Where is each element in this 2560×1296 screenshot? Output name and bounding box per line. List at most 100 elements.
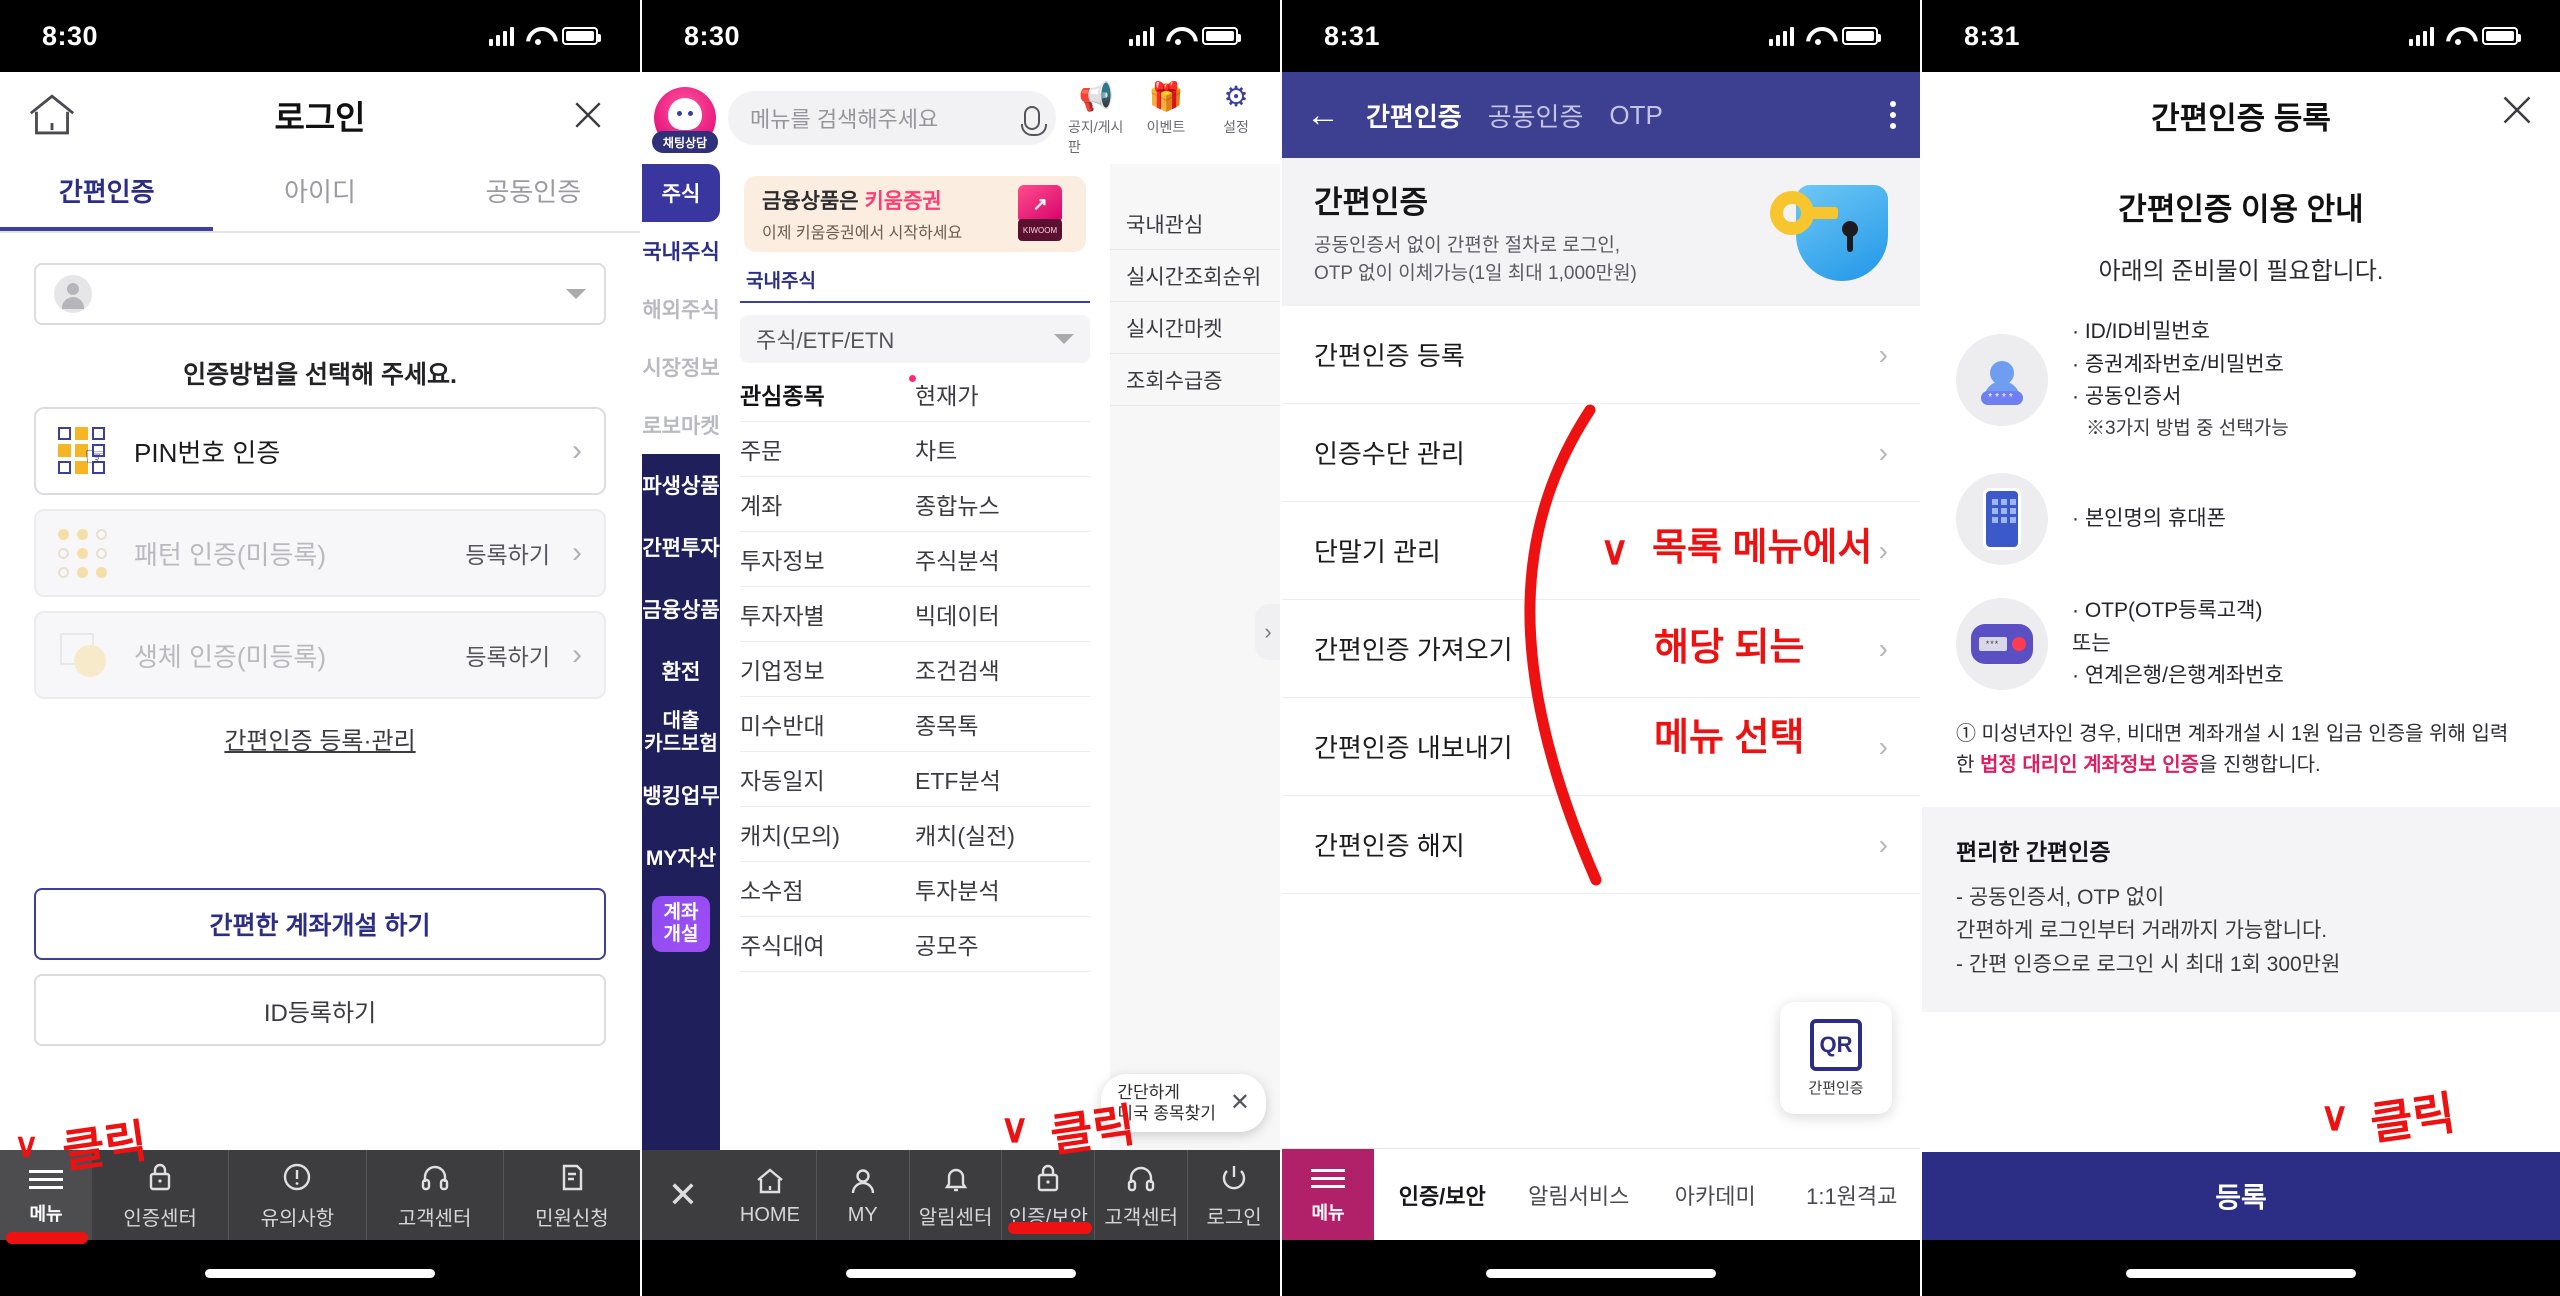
auth-method-pin[interactable]: ☞ PIN번호 인증 › (34, 407, 606, 495)
sidebar-item-derivatives[interactable]: 파생상품 (642, 454, 720, 516)
menu-cell[interactable]: 자동일지 (740, 752, 915, 806)
sub-menu-item[interactable]: 조회수급증 (1110, 354, 1280, 406)
sub-menu-item[interactable]: 실시간마켓 (1110, 302, 1280, 354)
menu-cell[interactable]: 현재가 (909, 367, 1090, 421)
nav-customer-center[interactable]: 고객센터 (365, 1150, 503, 1240)
chatbot-icon[interactable]: 채팅상담 (652, 87, 718, 153)
event-button[interactable]: 🎁 이벤트 (1138, 80, 1194, 137)
sidebar-item-banking[interactable]: 뱅킹업무 (642, 764, 720, 826)
nav-cert-security[interactable]: 인증/보안 (1001, 1150, 1094, 1240)
tab-joint-cert[interactable]: 공동인증 (1488, 97, 1584, 134)
menu-cell[interactable]: 관심종목 (740, 367, 915, 421)
nav-my[interactable]: MY (815, 1150, 909, 1240)
expand-panel-handle[interactable]: › (1255, 604, 1280, 660)
menu-cell[interactable]: 종목톡 (915, 697, 1090, 751)
category-dropdown[interactable]: 주식/ETF/ETN (740, 315, 1090, 363)
sidebar-item-robo-market[interactable]: 로보마켓 (642, 396, 720, 454)
menu-button[interactable]: 메뉴 (1282, 1148, 1374, 1241)
close-icon[interactable]: ✕ (1230, 1088, 1250, 1117)
sidebar-item-easy-invest[interactable]: 간편투자 (642, 516, 720, 578)
auth-method-pattern[interactable]: 패턴 인증(미등록) 등록하기 › (34, 509, 606, 597)
menu-cell[interactable]: 차트 (915, 422, 1090, 476)
menu-item-register[interactable]: 간편인증 등록 › (1282, 306, 1920, 404)
tab-id[interactable]: 아이디 (213, 158, 426, 231)
sidebar-item-market-info[interactable]: 시장정보 (642, 338, 720, 396)
sidebar-item-exchange[interactable]: 환전 (642, 640, 720, 702)
mobile-phone-icon (1956, 473, 2048, 566)
menu-cell[interactable]: 주식대여 (740, 917, 915, 971)
nav-label: 인증센터 (123, 1207, 197, 1230)
sub-menu-item[interactable]: 실시간조회순위 (1110, 250, 1280, 302)
menu-item-import[interactable]: 간편인증 가져오기 › (1282, 600, 1920, 698)
open-account-button[interactable]: 계좌 개설 (652, 896, 710, 952)
account-select[interactable] (34, 263, 606, 325)
menu-cell[interactable]: 미수반대 (740, 697, 915, 751)
menu-cell[interactable]: 종합뉴스 (915, 477, 1090, 531)
menu-cell[interactable]: 주식분석 (915, 532, 1090, 586)
auth-method-biometric[interactable]: 생체 인증(미등록) 등록하기 › (34, 611, 606, 699)
nav-complaint[interactable]: 민원신청 (502, 1150, 640, 1240)
tab-joint-cert[interactable]: 공동인증 (427, 158, 640, 231)
menu-cell[interactable]: 공모주 (915, 917, 1090, 971)
tab-otp[interactable]: OTP (1609, 100, 1662, 131)
sub-menu-item[interactable]: 국내관심 (1110, 198, 1280, 250)
notice-board-button[interactable]: 📢 공지/게시판 (1068, 80, 1124, 157)
screenshot-stage: 8:30 로그인 간편인증 아이디 공동인증 인증방법을 선택해 주세요. ☞ … (0, 0, 2560, 1296)
menu-cell[interactable]: 캐치(모의) (740, 807, 915, 861)
menu-cell[interactable]: ETF분석 (915, 752, 1090, 806)
menu-cell[interactable]: 캐치(실전) (915, 807, 1090, 861)
menu-item-cancel[interactable]: 간편인증 해지 › (1282, 796, 1920, 894)
nav-cert-center[interactable]: 인증센터 (92, 1150, 228, 1240)
sidebar-item-financial-products[interactable]: 금융상품 (642, 578, 720, 640)
menu-cell[interactable]: 기업정보 (740, 642, 915, 696)
open-account-button[interactable]: 간편한 계좌개설 하기 (34, 888, 606, 960)
kebab-menu-icon[interactable] (1890, 101, 1896, 129)
tab-alert-service[interactable]: 알림서비스 (1511, 1179, 1648, 1211)
menu-cell[interactable]: 투자분석 (915, 862, 1090, 916)
sidebar-item-overseas-stock[interactable]: 해외주식 (642, 280, 720, 338)
tab-cert-security[interactable]: 인증/보안 (1374, 1179, 1511, 1211)
home-icon[interactable] (28, 91, 76, 139)
auth-menu-list: 간편인증 등록 › 인증수단 관리 › 단말기 관리 › 간편인증 가져오기 › 간편인… (1282, 306, 1920, 894)
menu-item-device-manage[interactable]: 단말기 관리 › (1282, 502, 1920, 600)
register-id-button[interactable]: ID등록하기 (34, 974, 606, 1046)
status-time: 8:31 (1324, 20, 1381, 51)
settings-button[interactable]: ⚙ 설정 (1208, 80, 1264, 137)
mic-icon[interactable] (1021, 106, 1047, 136)
nav-home[interactable]: HOME (724, 1150, 816, 1240)
menu-button[interactable]: 메뉴 (0, 1150, 92, 1240)
submit-register-button[interactable]: 등록 (1922, 1152, 2560, 1240)
nav-customer-center[interactable]: 고객센터 (1094, 1150, 1187, 1240)
search-input[interactable]: 메뉴를 검색해주세요 (728, 91, 1056, 145)
close-icon[interactable]: ✕ (642, 1150, 724, 1240)
register-link[interactable]: 등록하기 (465, 536, 550, 570)
tab-remote-support[interactable]: 1:1원격교 (1784, 1179, 1921, 1211)
close-icon[interactable] (564, 91, 612, 139)
nav-alerts[interactable]: 알림센터 (908, 1150, 1002, 1240)
menu-cell[interactable]: 주문 (740, 422, 915, 476)
back-arrow-icon[interactable]: ← (1306, 96, 1340, 135)
promo-banner[interactable]: 금융상품은 키움증권 이제 키움증권에서 시작하세요 ↗ KIWOOM (744, 176, 1086, 252)
menu-cell[interactable]: 투자정보 (740, 532, 915, 586)
hero-line1: 공동인증서 없이 간편한 절차로 로그인, (1314, 234, 1621, 256)
menu-cell[interactable]: 투자자별 (740, 587, 915, 641)
menu-item-export[interactable]: 간편인증 내보내기 › (1282, 698, 1920, 796)
nav-notices[interactable]: 유의사항 (228, 1150, 365, 1240)
manage-simple-auth-link[interactable]: 간편인증 등록·관리 (0, 721, 640, 756)
sidebar-item-stock[interactable]: 주식 (642, 164, 720, 222)
menu-cell[interactable]: 소수점 (740, 862, 915, 916)
qr-simple-auth-badge[interactable]: QR 간편인증 (1780, 1002, 1892, 1114)
sidebar-item-loan-card-insurance[interactable]: 대출 카드보험 (642, 702, 720, 764)
menu-item-manage-methods[interactable]: 인증수단 관리 › (1282, 404, 1920, 502)
tab-academy[interactable]: 아카데미 (1647, 1179, 1784, 1211)
tab-simple-auth[interactable]: 간편인증 (1366, 97, 1462, 134)
nav-login[interactable]: 로그인 (1187, 1150, 1280, 1240)
tab-simple-auth[interactable]: 간편인증 (0, 158, 214, 231)
menu-cell[interactable]: 계좌 (740, 477, 915, 531)
close-icon[interactable] (2500, 93, 2534, 137)
sidebar-item-my-assets[interactable]: MY자산 (642, 826, 720, 888)
sidebar-item-domestic-stock[interactable]: 국내주식 (642, 222, 720, 280)
menu-cell[interactable]: 빅데이터 (915, 587, 1090, 641)
register-link[interactable]: 등록하기 (465, 638, 550, 672)
menu-cell[interactable]: 조건검색 (915, 642, 1090, 696)
